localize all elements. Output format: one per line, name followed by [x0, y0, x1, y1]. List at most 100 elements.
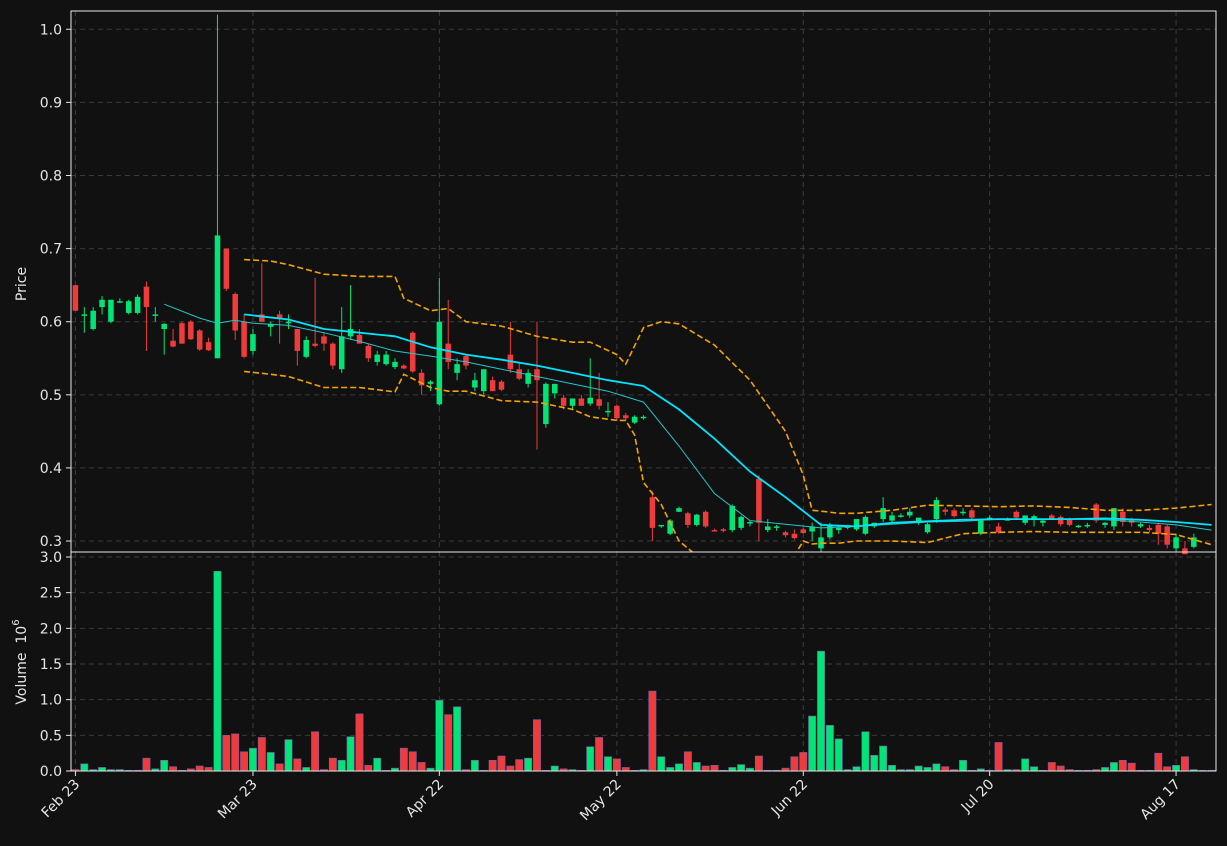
- candle-body: [516, 369, 522, 379]
- volume-bar: [666, 767, 675, 772]
- price-y-tick-label: 0.4: [40, 461, 62, 477]
- volume-bar: [453, 706, 462, 772]
- candle-body: [1102, 522, 1108, 525]
- volume-y-tick-label: 0.5: [40, 728, 62, 744]
- volume-bar: [621, 767, 630, 772]
- candle-body: [170, 340, 176, 347]
- candle-body: [765, 526, 771, 531]
- volume-bar: [257, 737, 266, 772]
- chart-svg: Feb 23 Mar 23 Apr 22 May 22 Jun 22 Jul 20 Aug …: [0, 0, 1227, 842]
- candle-body: [1155, 524, 1162, 534]
- volume-bar: [204, 767, 213, 772]
- volume-bar: [701, 765, 710, 772]
- volume-bar: [604, 756, 612, 772]
- volume-bar: [408, 751, 417, 772]
- candle-body: [241, 321, 247, 357]
- volume-y-tick-label: 1.5: [40, 657, 62, 673]
- candle-body: [551, 383, 558, 394]
- volume-bar: [231, 733, 240, 772]
- volume-bar: [612, 758, 621, 772]
- volume-bar: [710, 764, 719, 772]
- volume-y-tick-label: 3.0: [40, 550, 62, 566]
- candle-body: [853, 519, 860, 530]
- volume-bar: [1154, 752, 1163, 772]
- volume-bar: [817, 650, 825, 772]
- volume-bar: [470, 759, 479, 772]
- volume-bar: [737, 764, 746, 772]
- volume-y-tick-label: 2.0: [40, 621, 62, 637]
- volume-bar: [328, 757, 337, 772]
- candle-body: [330, 343, 336, 366]
- volume-y-tick-label: 0.0: [40, 764, 62, 780]
- candle-body: [738, 516, 744, 528]
- candle-body: [108, 299, 114, 322]
- volume-bar: [657, 756, 666, 772]
- volume-bar: [293, 758, 302, 772]
- volume-bar: [399, 747, 408, 772]
- candle-body: [702, 511, 709, 527]
- volume-bar: [169, 766, 178, 772]
- volume-bar: [515, 759, 524, 772]
- candle-body: [223, 248, 230, 289]
- candle-body: [978, 520, 984, 534]
- candle-body: [827, 524, 833, 538]
- volume-bar: [346, 736, 355, 772]
- volume-bar: [834, 738, 843, 772]
- candle-body: [1013, 511, 1020, 518]
- volume-bar: [595, 737, 604, 772]
- volume-bar: [417, 762, 426, 772]
- volume-bar: [825, 725, 834, 772]
- candle-body: [480, 369, 487, 392]
- candle-body: [472, 380, 478, 388]
- volume-bar: [337, 759, 346, 772]
- candle-body: [365, 345, 372, 359]
- candle-body: [640, 416, 647, 419]
- candle-body: [72, 285, 79, 311]
- volume-bar: [1172, 764, 1180, 772]
- volume-bar: [879, 745, 888, 772]
- candle-body: [951, 510, 957, 517]
- volume-bar: [1109, 762, 1118, 772]
- volume-label-base: 10: [14, 626, 30, 644]
- volume-bar: [683, 751, 692, 772]
- candle-body: [729, 505, 736, 531]
- volume-bar: [790, 756, 799, 772]
- candle-body: [205, 342, 212, 351]
- stock-chart: Feb 23 Mar 23 Apr 22 May 22 Jun 22 Jul 20 Aug …: [0, 0, 1227, 842]
- candle-body: [676, 508, 682, 512]
- volume-bar: [488, 759, 497, 772]
- candle-body: [711, 530, 718, 532]
- volume-y-tick-label: 2.5: [40, 586, 62, 602]
- volume-bar: [195, 765, 204, 772]
- candle-body: [560, 397, 567, 406]
- candle-body: [995, 526, 1002, 533]
- candle-body: [773, 526, 780, 528]
- candle-body: [232, 293, 238, 331]
- candle-body: [1075, 525, 1082, 528]
- candle-body: [374, 354, 380, 362]
- candle-body: [569, 398, 576, 406]
- candle-body: [489, 380, 496, 392]
- volume-bar: [284, 739, 293, 772]
- candle-body: [658, 524, 665, 527]
- candle-body: [143, 286, 150, 308]
- volume-bar: [213, 570, 222, 772]
- candle-body: [800, 529, 807, 533]
- candle-body: [81, 314, 88, 316]
- candle-body: [401, 365, 407, 369]
- candle-body: [534, 369, 540, 381]
- candle-body: [649, 497, 656, 528]
- candle-body: [898, 515, 904, 517]
- candle-body: [427, 381, 434, 384]
- volume-bar: [1127, 762, 1136, 772]
- volume-bar: [959, 759, 967, 772]
- candle-body: [383, 354, 389, 365]
- price-y-tick-label: 1.0: [40, 22, 62, 38]
- candle-body: [285, 321, 292, 324]
- candle-body: [463, 356, 469, 366]
- price-y-tick-label: 0.3: [40, 534, 62, 550]
- volume-bar: [364, 764, 373, 772]
- candle-body: [99, 299, 105, 308]
- volume-bar: [240, 751, 249, 772]
- volume-bar: [266, 752, 275, 772]
